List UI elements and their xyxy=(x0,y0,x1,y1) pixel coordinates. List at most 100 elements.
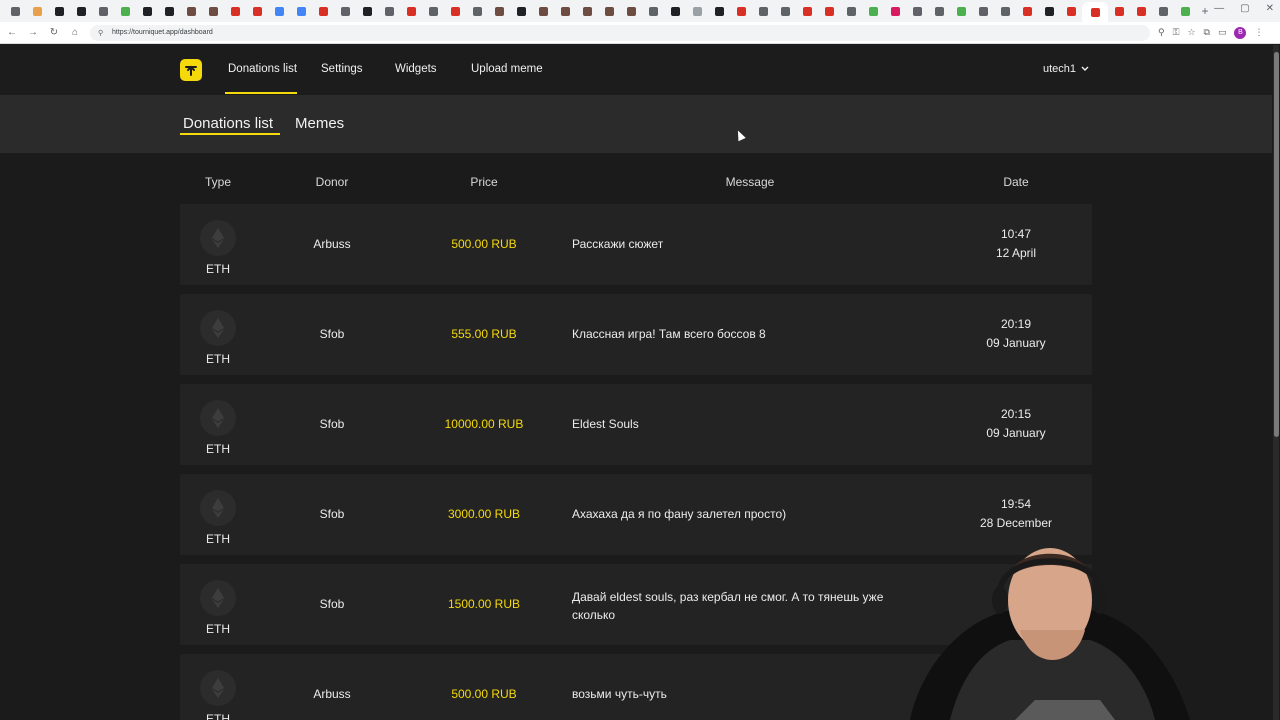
browser-tab[interactable] xyxy=(752,2,774,20)
eth-icon xyxy=(200,400,236,436)
address-bar[interactable]: ⚲ https://tourniquet.app/dashboard xyxy=(90,24,1150,41)
browser-tab[interactable] xyxy=(642,2,664,20)
type-cell: ETH xyxy=(200,580,236,636)
browser-tab[interactable] xyxy=(4,2,26,20)
home-icon[interactable]: ⌂ xyxy=(66,24,84,42)
browser-tab[interactable] xyxy=(378,2,400,20)
eth-icon xyxy=(200,220,236,256)
tab-favicon-icon xyxy=(978,6,988,16)
browser-tab[interactable] xyxy=(422,2,444,20)
ethereum-diamond-icon xyxy=(212,408,224,428)
browser-tab[interactable] xyxy=(136,2,158,20)
browser-tab[interactable] xyxy=(334,2,356,20)
new-tab-button[interactable]: + xyxy=(1196,4,1214,18)
browser-tab[interactable] xyxy=(70,2,92,20)
browser-tab[interactable] xyxy=(884,2,906,20)
browser-tab[interactable] xyxy=(576,2,598,20)
browser-tab[interactable] xyxy=(444,2,466,20)
browser-tab[interactable] xyxy=(202,2,224,20)
browser-tab[interactable] xyxy=(950,2,972,20)
browser-tab[interactable] xyxy=(906,2,928,20)
browser-tab[interactable] xyxy=(92,2,114,20)
price-value: 500.00 RUB xyxy=(451,687,517,701)
nav-settings[interactable]: Settings xyxy=(321,63,363,75)
browser-tab[interactable] xyxy=(26,2,48,20)
tab-favicon-icon xyxy=(846,6,856,16)
browser-tab[interactable] xyxy=(1108,2,1130,20)
browser-tab[interactable] xyxy=(114,2,136,20)
browser-tab[interactable] xyxy=(598,2,620,20)
browser-tab[interactable] xyxy=(686,2,708,20)
tab-donations-list[interactable]: Donations list xyxy=(183,115,273,132)
table-row[interactable]: ETH Sfob 555.00 RUB Классная игра! Там в… xyxy=(180,294,1092,375)
browser-menu-icon[interactable]: ⋮ xyxy=(1254,27,1263,38)
browser-tab[interactable] xyxy=(290,2,312,20)
tab-memes[interactable]: Memes xyxy=(295,115,344,132)
browser-tab[interactable] xyxy=(730,2,752,20)
browser-tab[interactable] xyxy=(532,2,554,20)
browser-tab[interactable] xyxy=(1174,2,1196,20)
header-type: Type xyxy=(204,175,231,189)
bookmark-star-icon[interactable]: ☆ xyxy=(1187,27,1195,38)
tab-favicon-icon xyxy=(1000,6,1010,16)
extensions-icon[interactable]: ⧉ xyxy=(1204,27,1210,38)
nav-upload-meme[interactable]: Upload meme xyxy=(471,63,543,75)
browser-tab[interactable] xyxy=(48,2,70,20)
browser-tab[interactable] xyxy=(224,2,246,20)
browser-tab[interactable] xyxy=(994,2,1016,20)
user-menu[interactable]: utech1 xyxy=(1043,63,1089,75)
profile-avatar[interactable]: B xyxy=(1234,26,1247,39)
browser-tab[interactable] xyxy=(158,2,180,20)
minimize-icon[interactable]: — xyxy=(1214,3,1224,14)
browser-tab[interactable] xyxy=(1038,2,1060,20)
browser-tab[interactable] xyxy=(356,2,378,20)
close-window-icon[interactable]: ✕ xyxy=(1266,3,1274,14)
type-cell: ETH xyxy=(200,310,236,366)
browser-tab[interactable] xyxy=(180,2,202,20)
browser-tab[interactable] xyxy=(1082,2,1108,22)
logo-arrow-icon xyxy=(185,65,197,76)
browser-tab[interactable] xyxy=(246,2,268,20)
zoom-icon[interactable]: ⚲ xyxy=(1158,27,1165,38)
browser-tab[interactable] xyxy=(1152,2,1174,20)
table-row[interactable]: ETH Sfob 10000.00 RUB Eldest Souls 20:15… xyxy=(180,384,1092,465)
browser-tab[interactable] xyxy=(488,2,510,20)
browser-tab[interactable] xyxy=(708,2,730,20)
browser-tab[interactable] xyxy=(928,2,950,20)
browser-tab[interactable] xyxy=(554,2,576,20)
browser-tab[interactable] xyxy=(796,2,818,20)
browser-toolbar: ← → ↻ ⌂ ⚲ https://tourniquet.app/dashboa… xyxy=(0,22,1280,44)
browser-tab[interactable] xyxy=(510,2,532,20)
nav-widgets[interactable]: Widgets xyxy=(395,63,437,75)
key-icon[interactable]: ⚿ xyxy=(1173,27,1180,38)
browser-tab[interactable] xyxy=(1060,2,1082,20)
table-row[interactable]: ETH Arbuss 500.00 RUB Расскажи сюжет 10:… xyxy=(180,204,1092,285)
sidebar-icon[interactable]: ▭ xyxy=(1218,27,1227,38)
browser-tab[interactable] xyxy=(862,2,884,20)
browser-tab[interactable] xyxy=(312,2,334,20)
browser-tab[interactable] xyxy=(1130,2,1152,20)
browser-tab[interactable] xyxy=(466,2,488,20)
tab-favicon-icon xyxy=(1136,6,1146,16)
tab-favicon-icon xyxy=(384,6,394,16)
browser-tab[interactable] xyxy=(972,2,994,20)
site-info-icon[interactable]: ⚲ xyxy=(98,29,106,37)
browser-tab[interactable] xyxy=(818,2,840,20)
browser-tab[interactable] xyxy=(774,2,796,20)
browser-tab[interactable] xyxy=(620,2,642,20)
back-icon[interactable]: ← xyxy=(3,24,21,42)
browser-tab[interactable] xyxy=(1016,2,1038,20)
browser-tab[interactable] xyxy=(840,2,862,20)
tab-favicon-icon xyxy=(868,6,878,16)
maximize-icon[interactable]: ▢ xyxy=(1240,3,1249,14)
nav-donations-list[interactable]: Donations list xyxy=(228,63,297,75)
scrollbar-thumb[interactable] xyxy=(1274,52,1279,437)
browser-tab[interactable] xyxy=(664,2,686,20)
browser-tab[interactable] xyxy=(400,2,422,20)
type-cell: ETH xyxy=(200,670,236,720)
forward-icon[interactable]: → xyxy=(24,24,42,42)
app-logo[interactable] xyxy=(180,59,202,81)
browser-tab[interactable] xyxy=(268,2,290,20)
reload-icon[interactable]: ↻ xyxy=(45,24,63,42)
price-value: 3000.00 RUB xyxy=(447,507,521,521)
